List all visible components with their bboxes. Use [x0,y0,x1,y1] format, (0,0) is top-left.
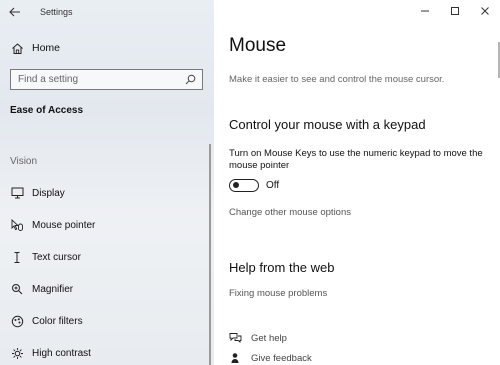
sidebar-item-color-filters[interactable]: Color filters [10,313,200,329]
sidebar-item-label: Magnifier [32,283,74,295]
sidebar: Settings Home Ease of Access Vision Disp… [0,0,214,365]
fixing-mouse-problems-link[interactable]: Fixing mouse problems [229,288,327,299]
toggle-knob [232,182,239,188]
sidebar-home[interactable]: Home [10,40,60,56]
section-title: Ease of Access [10,105,84,116]
give-feedback-link[interactable]: Give feedback [229,351,312,365]
give-feedback-label: Give feedback [251,352,312,364]
close-icon [481,7,489,15]
toggle-track[interactable] [229,179,259,192]
other-mouse-options-link[interactable]: Change other mouse options [229,207,351,218]
color-filters-icon [10,314,24,328]
page-subtitle: Make it easier to see and control the mo… [229,74,445,85]
page-title: Mouse [229,35,287,56]
window-title: Settings [40,7,73,17]
search-box[interactable] [10,69,203,90]
sidebar-item-label: Mouse pointer [32,219,96,231]
sidebar-item-label: High contrast [32,347,91,359]
sidebar-item-label: Color filters [32,315,83,327]
monitor-icon [10,186,24,200]
maximize-button[interactable] [440,0,470,22]
back-button[interactable] [0,0,30,24]
text-cursor-icon [10,250,24,264]
maximize-icon [451,7,459,15]
magnifier-icon [10,282,24,296]
back-arrow-icon [9,7,20,17]
search-icon[interactable] [184,74,196,86]
sidebar-item-magnifier[interactable]: Magnifier [10,281,200,297]
minimize-button[interactable] [410,0,440,22]
sidebar-item-label: Text cursor [32,251,81,263]
chat-help-icon [229,332,242,345]
toggle-state-label: Off [266,180,280,191]
keypad-heading: Control your mouse with a keypad [229,117,426,132]
help-heading: Help from the web [229,260,335,275]
mouse-keys-toggle[interactable]: Off [229,179,279,192]
feedback-icon [229,352,242,365]
mouse-pointer-icon [10,218,24,232]
main-pane: Mouse Make it easier to see and control … [214,0,500,365]
minimize-icon [421,10,429,12]
sidebar-scrollbar[interactable] [209,144,211,365]
sidebar-item-label: Display [32,187,65,199]
sidebar-item-text-cursor[interactable]: Text cursor [10,249,200,265]
search-input[interactable] [18,74,178,85]
get-help-link[interactable]: Get help [229,331,287,345]
sidebar-item-display[interactable]: Display [10,185,200,201]
sidebar-item-high-contrast[interactable]: High contrast [10,345,200,361]
sidebar-item-mouse-pointer[interactable]: Mouse pointer [10,217,200,233]
high-contrast-icon [10,346,24,360]
get-help-label: Get help [251,332,287,344]
group-label-vision: Vision [10,156,38,167]
close-button[interactable] [470,0,500,22]
window-controls [410,0,500,24]
home-icon [10,41,24,55]
title-bar: Settings [0,0,214,24]
mouse-keys-description: Turn on Mouse Keys to use the numeric ke… [229,148,483,171]
home-label: Home [32,42,61,54]
